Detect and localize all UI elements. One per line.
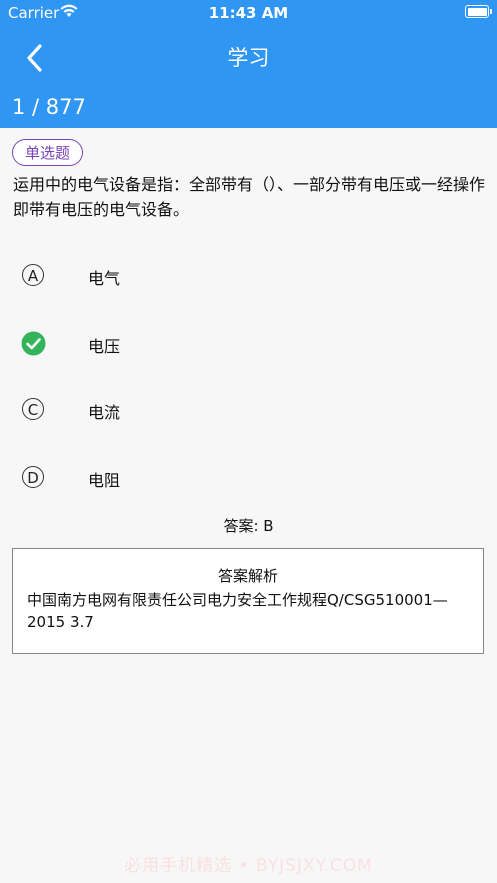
page-title: 学习 xyxy=(227,46,270,70)
option-d[interactable]: D 电阻 xyxy=(0,448,497,508)
question-type-badge: 单选题 xyxy=(12,139,84,166)
analysis-title: 答案解析 xyxy=(217,567,278,585)
question-text: 运用中的电气设备是指：全部带有（）、一部分带有电压或一经操作即带有电压的电气设备… xyxy=(13,175,486,219)
battery-icon xyxy=(465,5,492,18)
option-c-label: 电流 xyxy=(88,403,121,422)
option-b[interactable]: 电压 xyxy=(0,314,497,374)
analysis-text: 中国南方电网有限责任公司电力安全工作规程Q/CSG510001—2015 3.7 xyxy=(27,591,448,631)
top-bar: Carrier 11:43 AM 学习 1 / 877 xyxy=(0,0,497,128)
option-d-marker: D xyxy=(22,466,44,488)
option-b-label: 电压 xyxy=(88,337,121,356)
option-a[interactable]: A 电气 xyxy=(0,246,497,306)
watermark: 必用手机精选 • BYJSJXY.COM xyxy=(124,856,373,876)
checkmark-icon xyxy=(21,331,46,356)
status-bar: Carrier 11:43 AM xyxy=(0,0,497,26)
option-c-marker: C xyxy=(22,398,44,420)
clock: 11:43 AM xyxy=(208,4,289,22)
answer-text: 答案: B xyxy=(223,517,274,535)
option-a-marker: A xyxy=(22,264,44,286)
option-d-label: 电阻 xyxy=(88,471,121,490)
option-a-label: 电气 xyxy=(88,269,121,288)
question-progress: 1 / 877 xyxy=(12,95,86,119)
analysis-panel: 答案解析 中国南方电网有限责任公司电力安全工作规程Q/CSG510001—201… xyxy=(12,548,484,654)
option-c[interactable]: C 电流 xyxy=(0,380,497,440)
